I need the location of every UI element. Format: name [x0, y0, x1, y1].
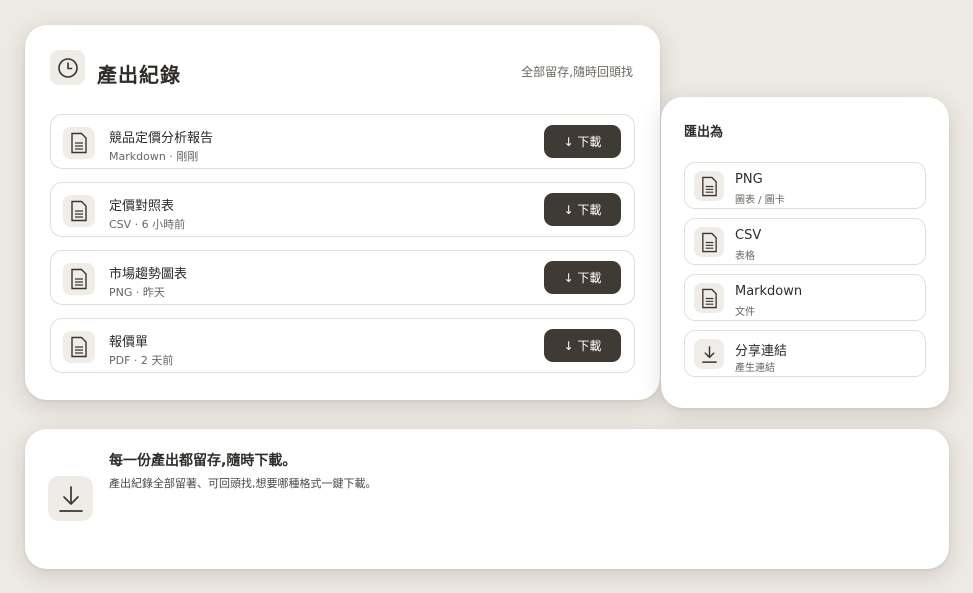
history-note: 全部留存,隨時回頭找 [521, 65, 633, 79]
export-option-markdown[interactable]: Markdown 文件 [684, 274, 926, 321]
item-meta: PNG · 昨天 [109, 286, 165, 299]
export-options: PNG 圖表 / 圖卡 CSV 表格 Markdown 文件 分享連結 產生連結 [684, 162, 926, 386]
option-label: 分享連結 [735, 344, 788, 359]
export-title: 匯出為 [684, 125, 724, 140]
item-title: 報價單 [109, 335, 149, 350]
page-title: 產出紀錄 [97, 63, 181, 87]
list-item: 市場趨勢圖表 PNG · 昨天 ↓ 下載 [50, 250, 635, 305]
option-label: Markdown [735, 284, 803, 299]
item-title: 競品定價分析報告 [109, 131, 214, 146]
info-banner: 每一份產出都留存,隨時下載。 產出紀錄全部留著、可回頭找,想要哪種格式一鍵下載。 [25, 429, 949, 569]
download-icon [48, 476, 93, 521]
item-title: 定價對照表 [109, 199, 175, 214]
list-item: 競品定價分析報告 Markdown · 剛剛 ↓ 下載 [50, 114, 635, 169]
item-meta: Markdown · 剛剛 [109, 150, 199, 163]
option-label: PNG [735, 172, 763, 187]
history-list: 競品定價分析報告 Markdown · 剛剛 ↓ 下載 定價對照表 CSV · … [50, 114, 635, 386]
file-icon [694, 283, 724, 313]
download-icon [694, 339, 724, 369]
file-icon [63, 127, 95, 159]
history-card: 產出紀錄 全部留存,隨時回頭找 競品定價分析報告 Markdown · 剛剛 ↓… [25, 25, 660, 400]
export-card: 匯出為 PNG 圖表 / 圖卡 CSV 表格 Markdown 文件 分享連結 … [661, 97, 949, 408]
banner-description: 產出紀錄全部留著、可回頭找,想要哪種格式一鍵下載。 [109, 477, 377, 490]
file-icon [694, 227, 724, 257]
item-meta: CSV · 6 小時前 [109, 218, 186, 231]
banner-title: 每一份產出都留存,隨時下載。 [109, 453, 297, 469]
list-item: 定價對照表 CSV · 6 小時前 ↓ 下載 [50, 182, 635, 237]
file-icon [63, 195, 95, 227]
file-icon [63, 331, 95, 363]
option-sub: 產生連結 [735, 363, 775, 374]
file-icon [694, 171, 724, 201]
download-button[interactable]: ↓ 下載 [544, 261, 621, 294]
option-sub: 表格 [735, 251, 755, 262]
list-item: 報價單 PDF · 2 天前 ↓ 下載 [50, 318, 635, 373]
export-option-share-link[interactable]: 分享連結 產生連結 [684, 330, 926, 377]
item-title: 市場趨勢圖表 [109, 267, 188, 282]
download-button[interactable]: ↓ 下載 [544, 125, 621, 158]
export-option-png[interactable]: PNG 圖表 / 圖卡 [684, 162, 926, 209]
option-sub: 文件 [735, 307, 755, 318]
download-button[interactable]: ↓ 下載 [544, 329, 621, 362]
file-icon [63, 263, 95, 295]
clock-icon [50, 50, 85, 85]
export-option-csv[interactable]: CSV 表格 [684, 218, 926, 265]
option-label: CSV [735, 228, 762, 243]
item-meta: PDF · 2 天前 [109, 354, 174, 367]
option-sub: 圖表 / 圖卡 [735, 195, 785, 206]
download-button[interactable]: ↓ 下載 [544, 193, 621, 226]
